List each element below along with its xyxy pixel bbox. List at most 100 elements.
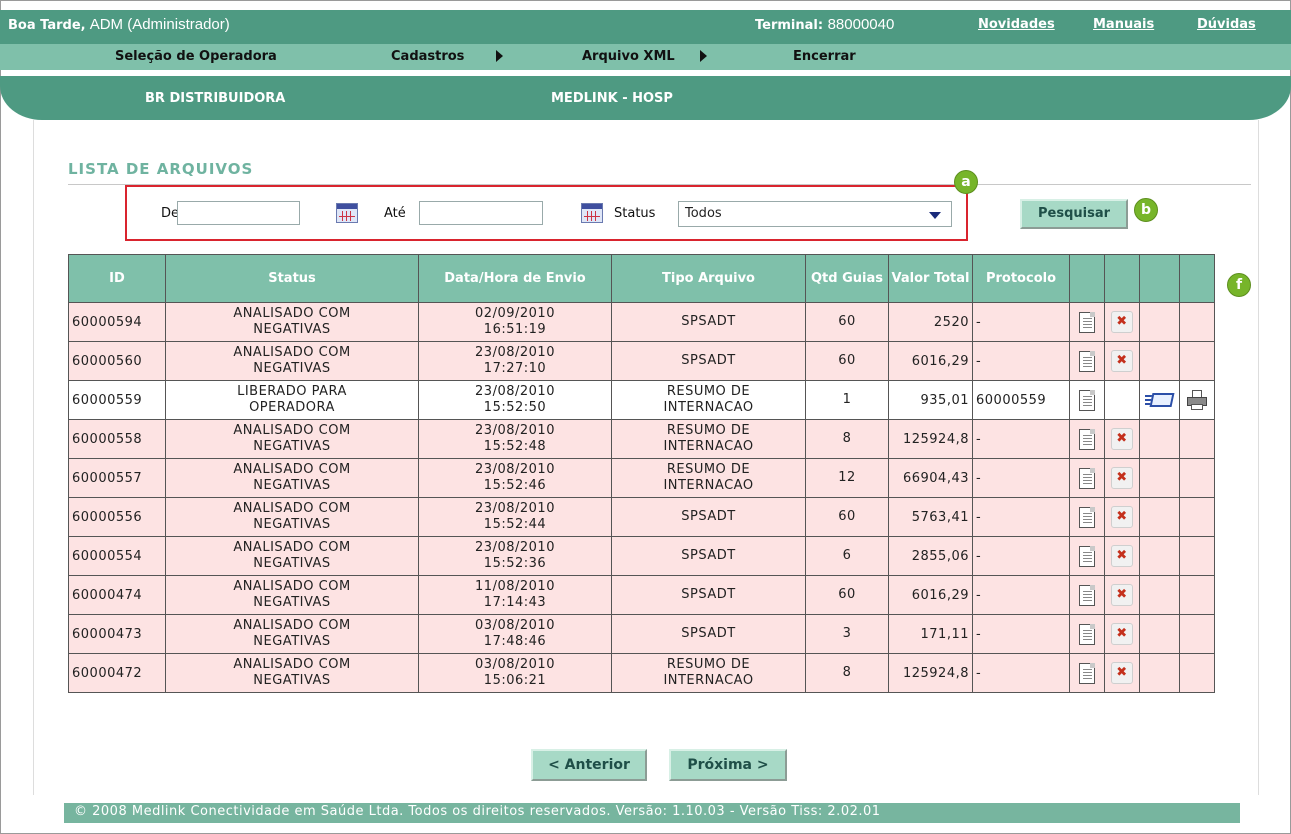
delete-icon[interactable]: ✖ bbox=[1111, 350, 1133, 372]
status-line-1: ANALISADO COM bbox=[233, 306, 351, 321]
cell-delete: ✖ bbox=[1104, 302, 1140, 342]
cell-protocolo: - bbox=[972, 497, 1070, 537]
calendar-icon[interactable] bbox=[581, 203, 603, 223]
cell-date: 23/08/2010 15:52:44 bbox=[418, 497, 612, 537]
document-icon[interactable] bbox=[1079, 350, 1095, 372]
document-icon[interactable] bbox=[1079, 311, 1095, 333]
cell-qtd: 8 bbox=[805, 419, 889, 459]
table-row[interactable]: 60000557 ANALISADO COM NEGATIVAS 23/08/2010… bbox=[68, 458, 1215, 498]
time-value: 17:27:10 bbox=[483, 361, 547, 376]
cell-delete: ✖ bbox=[1104, 614, 1140, 654]
link-novidades[interactable]: Novidades bbox=[978, 17, 1055, 32]
terminal-info: Terminal: 88000040 bbox=[755, 16, 894, 33]
cell-protocolo: - bbox=[972, 614, 1070, 654]
status-line-2: NEGATIVAS bbox=[253, 517, 331, 532]
date-value: 23/08/2010 bbox=[475, 540, 555, 555]
date-value: 03/08/2010 bbox=[475, 618, 555, 633]
tipo-line-1: SPSADT bbox=[681, 587, 736, 602]
cell-print bbox=[1179, 575, 1215, 615]
previous-page-button[interactable]: < Anterior bbox=[531, 749, 647, 781]
delete-icon[interactable]: ✖ bbox=[1111, 506, 1133, 528]
cell-print bbox=[1179, 419, 1215, 459]
tipo-line-1: RESUMO DE bbox=[666, 384, 751, 399]
menu-item-encerrar[interactable]: Encerrar bbox=[793, 49, 856, 64]
cell-card bbox=[1139, 419, 1180, 459]
printer-icon[interactable] bbox=[1186, 389, 1208, 411]
status-line-2: NEGATIVAS bbox=[253, 439, 331, 454]
status-line-2: NEGATIVAS bbox=[253, 556, 331, 571]
cell-date: 23/08/2010 15:52:46 bbox=[418, 458, 612, 498]
status-select[interactable]: Todos bbox=[678, 201, 952, 227]
link-duvidas[interactable]: Dúvidas bbox=[1197, 17, 1256, 32]
table-row[interactable]: 60000556 ANALISADO COM NEGATIVAS 23/08/2010… bbox=[68, 497, 1215, 537]
table-row[interactable]: 60000560 ANALISADO COM NEGATIVAS 23/08/2010… bbox=[68, 341, 1215, 381]
cell-qtd: 60 bbox=[805, 302, 889, 342]
document-icon[interactable] bbox=[1079, 506, 1095, 528]
cell-date: 23/08/2010 17:27:10 bbox=[418, 341, 612, 381]
table-row[interactable]: 60000559 LIBERADO PARA OPERADORA 23/08/2010… bbox=[68, 380, 1215, 420]
tipo-line-2: INTERNACAO bbox=[663, 673, 754, 688]
table-row[interactable]: 60000558 ANALISADO COM NEGATIVAS 23/08/2010… bbox=[68, 419, 1215, 459]
link-manuais[interactable]: Manuais bbox=[1093, 17, 1154, 32]
table-row[interactable]: 60000473 ANALISADO COM NEGATIVAS 03/08/2010… bbox=[68, 614, 1215, 654]
delete-icon[interactable]: ✖ bbox=[1111, 584, 1133, 606]
cell-protocolo: 60000559 bbox=[972, 380, 1070, 420]
status-line-1: ANALISADO COM bbox=[233, 657, 351, 672]
status-label: Status bbox=[614, 206, 656, 221]
files-table: ID Status Data/Hora de Envio Tipo Arquiv… bbox=[68, 254, 1215, 693]
search-button[interactable]: Pesquisar bbox=[1020, 199, 1128, 229]
menu-item-selecao-operadora[interactable]: Seleção de Operadora bbox=[115, 49, 277, 64]
delete-icon[interactable]: ✖ bbox=[1111, 311, 1133, 333]
delete-icon[interactable]: ✖ bbox=[1111, 662, 1133, 684]
delete-icon[interactable]: ✖ bbox=[1111, 545, 1133, 567]
document-icon[interactable] bbox=[1079, 662, 1095, 684]
from-date-input[interactable] bbox=[177, 201, 300, 225]
delete-icon[interactable]: ✖ bbox=[1111, 428, 1133, 450]
document-icon[interactable] bbox=[1079, 428, 1095, 450]
cell-id: 60000472 bbox=[68, 653, 166, 693]
cell-status: ANALISADO COM NEGATIVAS bbox=[165, 497, 419, 537]
cell-date: 23/08/2010 15:52:48 bbox=[418, 419, 612, 459]
status-line-2: NEGATIVAS bbox=[253, 361, 331, 376]
cell-card bbox=[1139, 341, 1180, 381]
cell-qtd: 60 bbox=[805, 575, 889, 615]
terminal-number: 88000040 bbox=[827, 16, 895, 33]
cell-view bbox=[1069, 341, 1105, 381]
status-line-1: ANALISADO COM bbox=[233, 423, 351, 438]
table-row[interactable]: 60000472 ANALISADO COM NEGATIVAS 03/08/2010… bbox=[68, 653, 1215, 693]
delete-icon[interactable]: ✖ bbox=[1111, 623, 1133, 645]
to-date-input[interactable] bbox=[419, 201, 543, 225]
card-icon[interactable] bbox=[1144, 391, 1175, 409]
table-row[interactable]: 60000554 ANALISADO COM NEGATIVAS 23/08/2010… bbox=[68, 536, 1215, 576]
triangle-right-icon bbox=[496, 50, 503, 62]
menu-item-arquivo-xml[interactable]: Arquivo XML bbox=[582, 49, 675, 64]
document-icon[interactable] bbox=[1079, 623, 1095, 645]
cell-date: 03/08/2010 15:06:21 bbox=[418, 653, 612, 693]
document-icon[interactable] bbox=[1079, 467, 1095, 489]
delete-icon[interactable]: ✖ bbox=[1111, 467, 1133, 489]
tipo-line-1: RESUMO DE bbox=[666, 462, 751, 477]
document-icon[interactable] bbox=[1079, 584, 1095, 606]
status-line-1: ANALISADO COM bbox=[233, 618, 351, 633]
cell-print bbox=[1179, 653, 1215, 693]
cell-delete: ✖ bbox=[1104, 341, 1140, 381]
main-menu: Seleção de Operadora Cadastros Arquivo X… bbox=[0, 44, 1291, 70]
cell-card bbox=[1139, 302, 1180, 342]
menu-item-cadastros[interactable]: Cadastros bbox=[391, 49, 464, 64]
context-bar: BR DISTRIBUIDORA MEDLINK - HOSP bbox=[0, 76, 1291, 120]
cell-date: 11/08/2010 17:14:43 bbox=[418, 575, 612, 615]
status-line-2: NEGATIVAS bbox=[253, 673, 331, 688]
cell-id: 60000554 bbox=[68, 536, 166, 576]
table-row[interactable]: 60000474 ANALISADO COM NEGATIVAS 11/08/2010… bbox=[68, 575, 1215, 615]
cell-id: 60000594 bbox=[68, 302, 166, 342]
next-page-button[interactable]: Próxima > bbox=[669, 749, 787, 781]
cell-print bbox=[1179, 614, 1215, 654]
date-value: 03/08/2010 bbox=[475, 657, 555, 672]
document-icon[interactable] bbox=[1079, 389, 1095, 411]
table-row[interactable]: 60000594 ANALISADO COM NEGATIVAS 02/09/2010… bbox=[68, 302, 1215, 342]
col-header-valor: Valor Total bbox=[888, 254, 973, 303]
cell-print bbox=[1179, 302, 1215, 342]
calendar-icon[interactable] bbox=[336, 203, 358, 223]
document-icon[interactable] bbox=[1079, 545, 1095, 567]
cell-status: ANALISADO COM NEGATIVAS bbox=[165, 575, 419, 615]
